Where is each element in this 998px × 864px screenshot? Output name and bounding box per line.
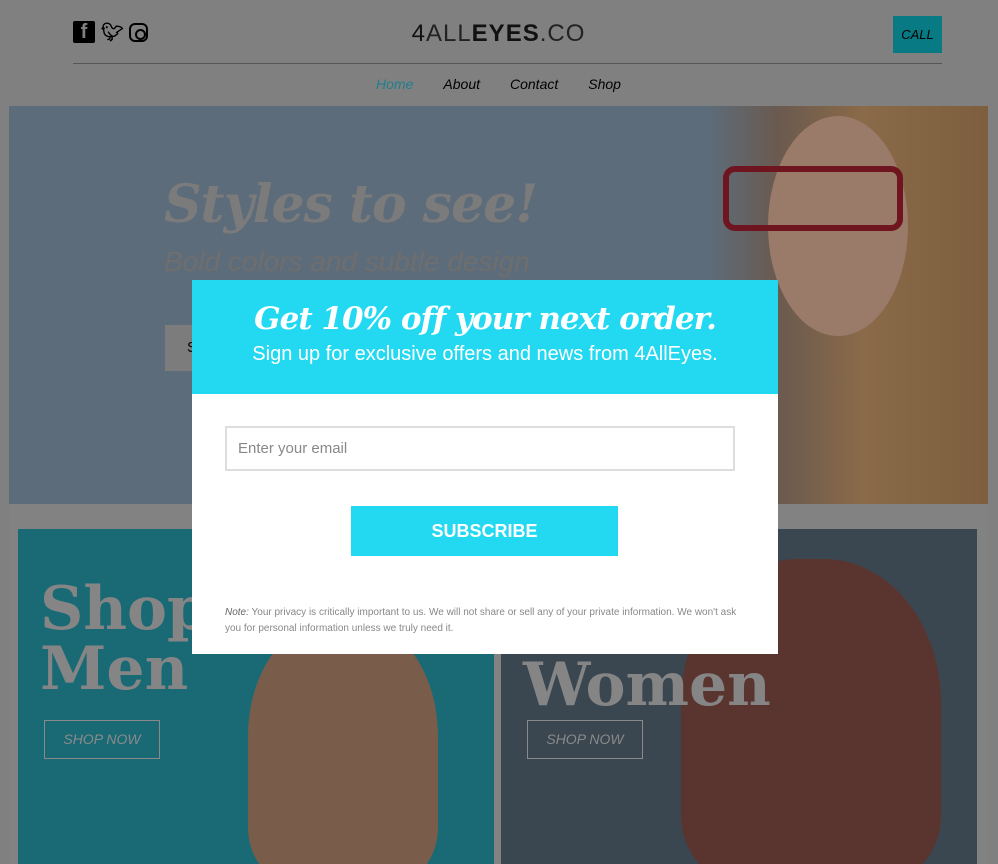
email-input[interactable]	[225, 426, 735, 471]
men-image	[248, 619, 438, 864]
note-label: Note:	[225, 607, 249, 618]
card-title-line: Men	[40, 634, 189, 704]
subscribe-button[interactable]: SUBSCRIBE	[351, 506, 618, 556]
card-title-line: Shop	[40, 574, 209, 644]
signup-modal: Get 10% off your next order. Sign up for…	[192, 280, 778, 654]
main-nav: Home About Contact Shop	[9, 76, 988, 92]
shop-women-button[interactable]: SHOP NOW	[527, 720, 643, 759]
modal-header: Get 10% off your next order. Sign up for…	[192, 280, 778, 394]
logo-part: ALL	[425, 20, 472, 47]
call-button[interactable]: CALL	[893, 16, 942, 53]
card-title-line: Women	[523, 650, 771, 720]
site-logo[interactable]: 4ALLEYES.CO	[9, 20, 988, 48]
logo-part: .CO	[539, 20, 586, 47]
card-title: Shop Men	[40, 579, 209, 699]
hero-title: Styles to see!	[164, 174, 538, 235]
header-divider	[73, 63, 942, 64]
nav-contact[interactable]: Contact	[510, 76, 558, 92]
modal-headline: Get 10% off your next order.	[254, 301, 717, 337]
nav-about[interactable]: About	[443, 76, 480, 92]
logo-part: 4	[411, 20, 426, 47]
nav-home[interactable]: Home	[376, 76, 413, 92]
shop-men-button[interactable]: SHOP NOW	[44, 720, 160, 759]
modal-subheadline: Sign up for exclusive offers and news fr…	[252, 343, 718, 365]
hero-subtitle: Bold colors and subtle design	[164, 246, 530, 277]
logo-part: EYES	[471, 20, 540, 47]
site-header: f 🐦︎ 4ALLEYES.CO CALL Home About Contact…	[9, 0, 988, 106]
note-text: Your privacy is critically important to …	[225, 607, 737, 634]
privacy-note: Note: Your privacy is critically importa…	[225, 605, 750, 637]
nav-shop[interactable]: Shop	[588, 76, 621, 92]
